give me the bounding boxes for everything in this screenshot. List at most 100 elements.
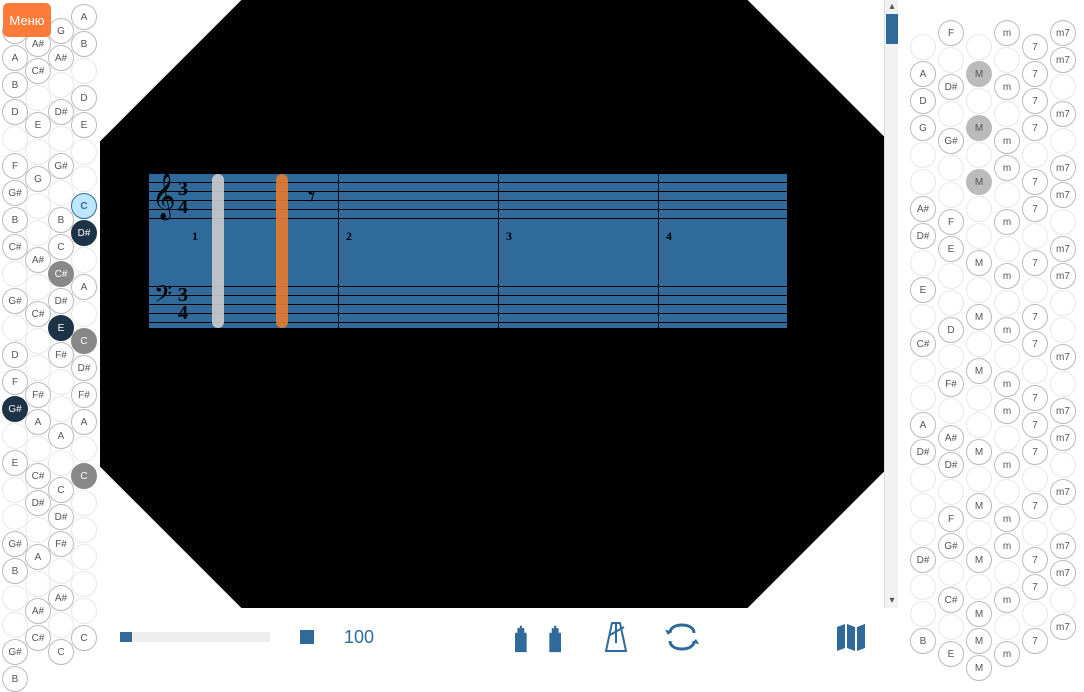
right-key-button[interactable]: [994, 614, 1020, 640]
left-key-button[interactable]: C#: [25, 625, 51, 651]
right-key-button[interactable]: m: [994, 209, 1020, 235]
right-key-button[interactable]: m: [994, 506, 1020, 532]
left-key-button[interactable]: [48, 450, 74, 476]
left-key-button[interactable]: G: [48, 18, 74, 44]
right-key-button[interactable]: A#: [938, 425, 964, 451]
left-key-button[interactable]: [71, 301, 97, 327]
left-key-button[interactable]: [71, 598, 97, 624]
left-key-button[interactable]: [25, 274, 51, 300]
right-key-button[interactable]: m: [994, 263, 1020, 289]
left-key-button[interactable]: D: [2, 99, 28, 125]
left-key-button[interactable]: [48, 612, 74, 638]
right-key-button[interactable]: [994, 560, 1020, 586]
right-key-button[interactable]: m7: [1050, 398, 1076, 424]
hand-left-icon[interactable]: [508, 619, 536, 655]
right-key-button[interactable]: 7: [1022, 34, 1048, 60]
right-key-button[interactable]: [910, 520, 936, 546]
right-key-button[interactable]: [938, 398, 964, 424]
left-key-button[interactable]: A: [71, 409, 97, 435]
right-key-button[interactable]: [966, 88, 992, 114]
right-key-button[interactable]: [910, 169, 936, 195]
right-key-button[interactable]: m: [994, 371, 1020, 397]
right-key-button[interactable]: [938, 290, 964, 316]
left-key-button[interactable]: D#: [71, 220, 97, 246]
right-key-button[interactable]: E: [938, 236, 964, 262]
right-key-button[interactable]: M: [966, 601, 992, 627]
right-key-button[interactable]: m: [994, 398, 1020, 424]
right-key-button[interactable]: [938, 101, 964, 127]
right-key-button[interactable]: [910, 34, 936, 60]
right-key-button[interactable]: [966, 277, 992, 303]
right-key-button[interactable]: [938, 479, 964, 505]
left-key-button[interactable]: G#: [2, 180, 28, 206]
right-key-button[interactable]: [1050, 209, 1076, 235]
left-key-button[interactable]: C: [71, 193, 97, 219]
right-key-button[interactable]: [966, 520, 992, 546]
left-key-button[interactable]: B: [48, 207, 74, 233]
left-key-button[interactable]: E: [2, 450, 28, 476]
right-key-button[interactable]: B: [910, 628, 936, 654]
left-key-button[interactable]: F#: [48, 342, 74, 368]
right-key-button[interactable]: [1050, 290, 1076, 316]
left-key-button[interactable]: C: [71, 328, 97, 354]
right-key-button[interactable]: 7: [1022, 385, 1048, 411]
left-key-button[interactable]: A: [71, 274, 97, 300]
left-key-button[interactable]: [25, 517, 51, 543]
score-scrollbar[interactable]: ▴ ▾: [884, 0, 898, 608]
right-key-button[interactable]: E: [938, 641, 964, 667]
left-key-button[interactable]: [2, 504, 28, 530]
right-key-button[interactable]: [966, 223, 992, 249]
right-key-button[interactable]: M: [966, 439, 992, 465]
left-key-button[interactable]: A#: [48, 585, 74, 611]
right-key-button[interactable]: 7: [1022, 88, 1048, 114]
right-key-button[interactable]: m7: [1050, 614, 1076, 640]
right-key-button[interactable]: [966, 142, 992, 168]
left-key-button[interactable]: [48, 558, 74, 584]
left-key-button[interactable]: [25, 355, 51, 381]
left-key-button[interactable]: [71, 490, 97, 516]
right-key-button[interactable]: m7: [1050, 155, 1076, 181]
left-key-button[interactable]: E: [48, 315, 74, 341]
left-key-button[interactable]: D#: [25, 490, 51, 516]
left-key-button[interactable]: [25, 328, 51, 354]
right-key-button[interactable]: C#: [938, 587, 964, 613]
left-key-button[interactable]: D: [71, 85, 97, 111]
right-key-button[interactable]: M: [966, 358, 992, 384]
left-key-button[interactable]: C#: [25, 58, 51, 84]
right-key-button[interactable]: [1022, 223, 1048, 249]
right-key-button[interactable]: 7: [1022, 493, 1048, 519]
right-key-button[interactable]: [938, 155, 964, 181]
right-key-button[interactable]: m: [994, 74, 1020, 100]
right-key-button[interactable]: [938, 614, 964, 640]
right-key-button[interactable]: [966, 196, 992, 222]
right-key-button[interactable]: 7: [1022, 439, 1048, 465]
right-key-button[interactable]: F#: [938, 371, 964, 397]
left-key-button[interactable]: G#: [2, 396, 28, 422]
right-key-button[interactable]: [966, 385, 992, 411]
progress-bar[interactable]: [120, 632, 270, 642]
right-key-button[interactable]: m: [994, 20, 1020, 46]
right-key-button[interactable]: m7: [1050, 479, 1076, 505]
left-key-button[interactable]: [71, 247, 97, 273]
left-key-button[interactable]: F#: [71, 382, 97, 408]
right-key-button[interactable]: m: [994, 587, 1020, 613]
right-key-button[interactable]: 7: [1022, 628, 1048, 654]
right-key-button[interactable]: m7: [1050, 263, 1076, 289]
right-key-button[interactable]: [910, 601, 936, 627]
left-key-button[interactable]: [25, 436, 51, 462]
right-key-button[interactable]: [1050, 74, 1076, 100]
right-key-button[interactable]: [938, 263, 964, 289]
left-key-button[interactable]: G: [25, 166, 51, 192]
left-key-button[interactable]: D#: [48, 288, 74, 314]
right-key-button[interactable]: D#: [910, 439, 936, 465]
right-key-button[interactable]: D#: [910, 223, 936, 249]
left-key-button[interactable]: C: [48, 234, 74, 260]
left-key-button[interactable]: [71, 58, 97, 84]
left-key-button[interactable]: A: [48, 423, 74, 449]
right-key-button[interactable]: [938, 47, 964, 73]
right-key-button[interactable]: M: [966, 547, 992, 573]
left-key-button[interactable]: C: [71, 463, 97, 489]
left-key-button[interactable]: [71, 139, 97, 165]
left-key-button[interactable]: [2, 315, 28, 341]
right-key-button[interactable]: [910, 250, 936, 276]
